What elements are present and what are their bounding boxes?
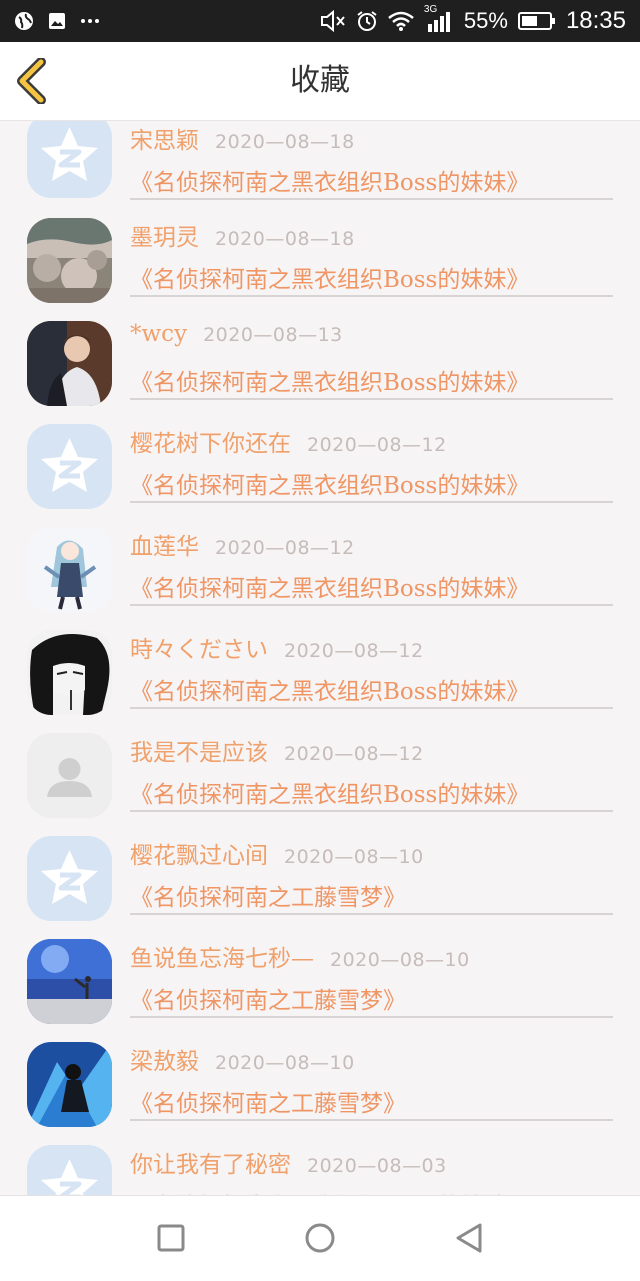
favorite-date: 2020—08—10 (215, 1052, 355, 1074)
user-name: 時々ください (130, 637, 268, 663)
status-bar: 3G 55% 18:35 (0, 0, 640, 42)
user-name: 宋思颖 (130, 128, 199, 154)
divider (130, 1016, 613, 1018)
alarm-icon (356, 10, 378, 32)
divider (130, 295, 613, 297)
favorite-date: 2020—08—12 (284, 640, 424, 662)
book-title[interactable]: 《名侦探柯南之黑衣组织Boss的妹妹》 (130, 672, 529, 706)
divider (130, 398, 613, 400)
favorite-date: 2020—08—18 (215, 131, 355, 153)
list-item[interactable]: 血莲华 2020—08—12 《名侦探柯南之黑衣组织Boss的妹妹》 (0, 527, 640, 630)
user-name: 樱花飘过心间 (130, 843, 268, 869)
divider (130, 1119, 613, 1121)
list-item[interactable]: 我是不是应该 2020—08—12 《名侦探柯南之黑衣组织Boss的妹妹》 (0, 733, 640, 836)
divider (130, 913, 613, 915)
list-item[interactable]: 樱花飘过心间 2020—08—10 《名侦探柯南之工藤雪梦》 (0, 836, 640, 939)
list-item[interactable]: 時々ください 2020—08—12 《名侦探柯南之黑衣组织Boss的妹妹》 (0, 630, 640, 733)
avatar (27, 121, 112, 198)
avatar (27, 218, 112, 303)
image-icon (48, 12, 66, 30)
book-title[interactable]: 《名侦探柯南之工藤雪梦》 (130, 981, 406, 1015)
book-title[interactable]: 《名侦探柯南之黑衣组织Boss的妹妹》 (130, 1187, 529, 1195)
avatar (27, 1145, 112, 1195)
battery-icon (517, 11, 556, 31)
book-title[interactable]: 《名侦探柯南之黑衣组织Boss的妹妹》 (130, 569, 529, 603)
favorites-list[interactable]: 宋思颖 2020—08—18 《名侦探柯南之黑衣组织Boss的妹妹》 墨玥灵 202… (0, 121, 640, 1195)
favorite-date: 2020—08—03 (307, 1155, 447, 1177)
network-type-label: 3G (423, 4, 438, 15)
square-recent-icon (157, 1224, 185, 1252)
favorite-date: 2020—08—18 (215, 228, 355, 250)
list-item[interactable]: 墨玥灵 2020—08—18 《名侦探柯南之黑衣组织Boss的妹妹》 (0, 218, 640, 321)
book-title[interactable]: 《名侦探柯南之黑衣组织Boss的妹妹》 (130, 466, 529, 500)
user-name: 血莲华 (130, 534, 199, 560)
user-name: 鱼说鱼忘海七秒— (130, 946, 314, 972)
list-item[interactable]: 梁敖毅 2020—08—10 《名侦探柯南之工藤雪梦》 (0, 1042, 640, 1145)
mute-icon (320, 10, 346, 32)
avatar (27, 836, 112, 921)
back-nav-button[interactable] (451, 1220, 487, 1256)
list-item[interactable]: 宋思颖 2020—08—18 《名侦探柯南之黑衣组织Boss的妹妹》 (0, 121, 640, 224)
user-name: 你让我有了秘密 (130, 1152, 291, 1178)
globe-icon (14, 11, 34, 31)
clock-time: 18:35 (565, 7, 626, 34)
divider (130, 604, 613, 606)
list-item[interactable]: 鱼说鱼忘海七秒— 2020—08—10 《名侦探柯南之工藤雪梦》 (0, 939, 640, 1042)
divider (130, 707, 613, 709)
user-name: 墨玥灵 (130, 225, 199, 251)
avatar (27, 939, 112, 1024)
book-title[interactable]: 《名侦探柯南之黑衣组织Boss的妹妹》 (130, 260, 529, 294)
list-item[interactable]: 你让我有了秘密 2020—08—03 《名侦探柯南之黑衣组织Boss的妹妹》 (0, 1145, 640, 1195)
favorite-date: 2020—08—10 (330, 949, 470, 971)
book-title[interactable]: 《名侦探柯南之黑衣组织Boss的妹妹》 (130, 775, 529, 809)
signal-icon: 3G (424, 4, 454, 32)
list-item[interactable]: *wcy 2020—08—13 《名侦探柯南之黑衣组织Boss的妹妹》 (0, 321, 640, 424)
more-dots-icon (80, 18, 100, 24)
avatar (27, 630, 112, 715)
home-button[interactable] (302, 1220, 338, 1256)
avatar (27, 733, 112, 818)
user-name: 梁敖毅 (130, 1049, 199, 1075)
divider (130, 810, 613, 812)
avatar (27, 321, 112, 406)
avatar (27, 1042, 112, 1127)
divider (130, 198, 613, 200)
avatar (27, 424, 112, 509)
system-nav-bar (0, 1195, 640, 1281)
recent-apps-button[interactable] (153, 1220, 189, 1256)
book-title[interactable]: 《名侦探柯南之工藤雪梦》 (130, 1084, 406, 1118)
app-header: 收藏 (0, 42, 640, 121)
triangle-back-icon (456, 1223, 482, 1253)
circle-home-icon (305, 1223, 335, 1253)
favorite-date: 2020—08—13 (203, 324, 343, 346)
favorite-date: 2020—08—12 (215, 537, 355, 559)
book-title[interactable]: 《名侦探柯南之黑衣组织Boss的妹妹》 (130, 163, 529, 197)
favorite-date: 2020—08—10 (284, 846, 424, 868)
book-title[interactable]: 《名侦探柯南之黑衣组织Boss的妹妹》 (130, 363, 529, 397)
user-name: *wcy (130, 321, 188, 347)
book-title[interactable]: 《名侦探柯南之工藤雪梦》 (130, 878, 406, 912)
divider (130, 501, 613, 503)
user-name: 樱花树下你还在 (130, 431, 291, 457)
list-item[interactable]: 樱花树下你还在 2020—08—12 《名侦探柯南之黑衣组织Boss的妹妹》 (0, 424, 640, 527)
user-name: 我是不是应该 (130, 740, 268, 766)
avatar (27, 527, 112, 612)
favorite-date: 2020—08—12 (307, 434, 447, 456)
wifi-icon (388, 11, 414, 31)
page-title: 收藏 (290, 63, 350, 98)
favorite-date: 2020—08—12 (284, 743, 424, 765)
battery-percent: 55% (463, 8, 508, 33)
